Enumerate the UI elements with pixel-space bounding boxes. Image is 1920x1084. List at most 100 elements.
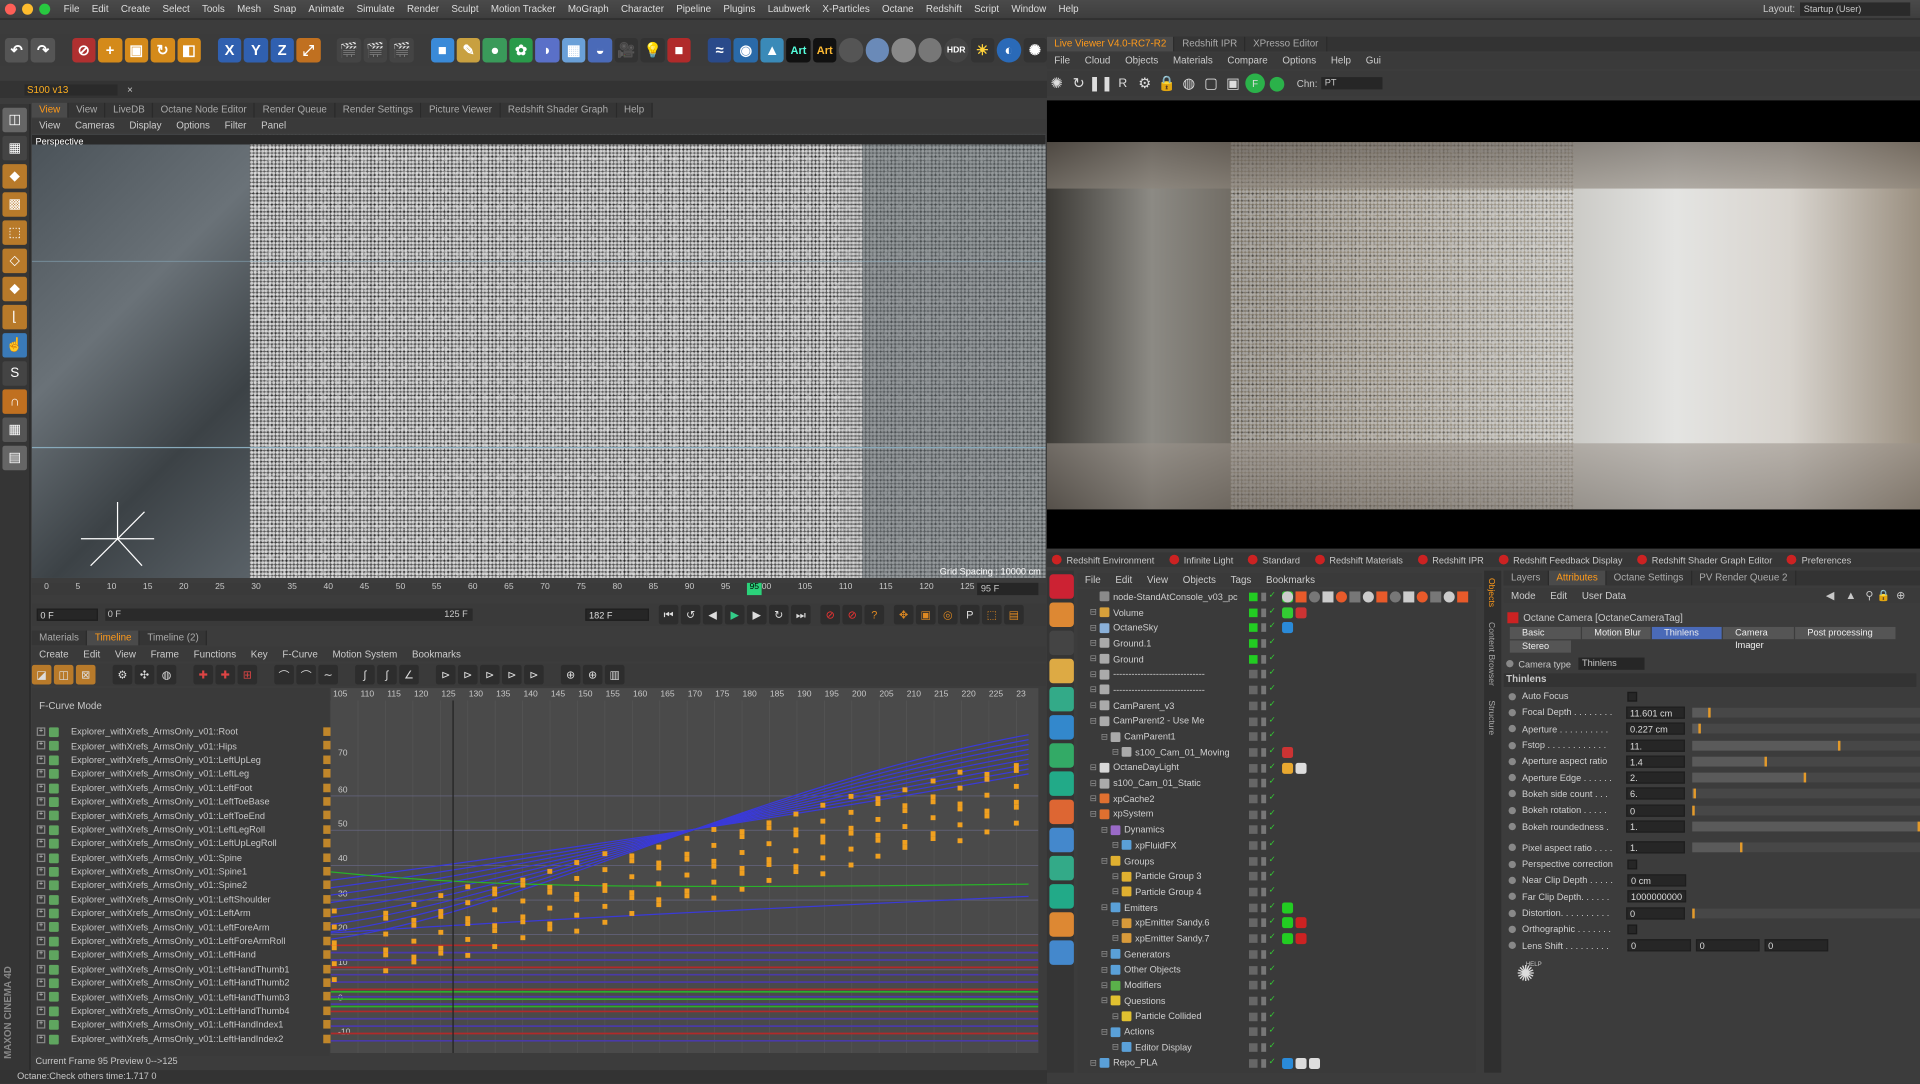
make-editable-icon[interactable]: ◫ [2, 107, 27, 133]
expand-toggle-icon[interactable]: + [36, 936, 46, 946]
tab-render-queue[interactable]: Render Queue [255, 102, 336, 118]
tab-livedb[interactable]: LiveDB [105, 102, 154, 118]
tweak-icon[interactable]: ☝ [2, 333, 27, 358]
visibility-render-icon[interactable] [1261, 1043, 1267, 1052]
value-slider[interactable] [1691, 740, 1920, 751]
visibility-editor-icon[interactable] [1248, 670, 1258, 679]
object-tag-icon[interactable] [1282, 622, 1294, 634]
material-tag-icon[interactable] [1335, 591, 1347, 603]
expand-toggle-icon[interactable]: ⊟ [1101, 856, 1111, 866]
solo-icon[interactable]: S [2, 361, 27, 386]
menu-item-animate[interactable]: Animate [302, 4, 350, 15]
track-state-icon[interactable] [323, 936, 331, 946]
visibility-editor-icon[interactable] [1248, 996, 1258, 1006]
object-row[interactable]: ⊟ ------------------------------ ✓ [1078, 667, 1476, 683]
material-tag-icon[interactable] [1322, 591, 1334, 603]
visibility-render-icon[interactable] [1261, 779, 1267, 788]
expand-toggle-icon[interactable]: + [36, 964, 46, 974]
material-tag-icon[interactable] [1430, 591, 1442, 603]
track-row[interactable]: + Explorer_withXrefs_ArmsOnly_v01::LeftHa… [32, 1004, 354, 1018]
tab-render-settings[interactable]: Render Settings [335, 102, 422, 118]
live-viewer-menu-file[interactable]: File [1047, 55, 1077, 66]
side-icon-6[interactable] [1049, 715, 1074, 740]
daylight-icon[interactable]: ☀ [970, 37, 995, 63]
expand-toggle-icon[interactable]: + [36, 950, 46, 960]
enable-check-icon[interactable]: ✓ [1269, 699, 1276, 710]
zoom-window-icon[interactable] [39, 3, 51, 15]
expand-toggle-icon[interactable]: + [36, 824, 46, 834]
anim-dot-icon[interactable] [1506, 660, 1514, 668]
key-pla-icon[interactable]: ⬚ [982, 604, 1002, 625]
layout-selector[interactable]: Layout: Startup (User) [1763, 2, 1911, 16]
expand-toggle-icon[interactable]: ⊟ [1090, 654, 1100, 664]
menu-item-character[interactable]: Character [615, 4, 670, 15]
value-slider[interactable] [1691, 842, 1920, 853]
object-row[interactable]: ⊟ Repo_PLA ✓ [1078, 1055, 1476, 1071]
menu-item-file[interactable]: File [58, 4, 86, 15]
expand-toggle-icon[interactable]: + [36, 922, 46, 932]
tl-key-4-icon[interactable]: ⊳ [502, 664, 522, 685]
value-field[interactable]: 1. [1626, 841, 1685, 854]
track-row[interactable]: + Explorer_withXrefs_ArmsOnly_v01::LeftAr… [32, 906, 354, 920]
expand-toggle-icon[interactable]: ⊟ [1101, 980, 1111, 990]
visibility-render-icon[interactable] [1261, 1027, 1267, 1037]
object-row[interactable]: ⊟ xpEmitter Sandy.7 ✓ [1078, 931, 1476, 947]
menu-item-sculpt[interactable]: Sculpt [445, 4, 484, 15]
tab-materials[interactable]: Materials [31, 630, 88, 646]
tl-key-1-icon[interactable]: ⊳ [435, 664, 456, 685]
visibility-render-icon[interactable] [1261, 623, 1267, 633]
side-icon-13[interactable] [1049, 912, 1074, 937]
save-image-icon[interactable]: ▣ [1223, 73, 1243, 93]
render-picture-viewer-icon[interactable]: 🎬 [363, 37, 388, 63]
expand-toggle-icon[interactable]: ⊟ [1101, 903, 1111, 913]
expand-toggle-icon[interactable]: ⊟ [1090, 763, 1100, 773]
expand-toggle-icon[interactable]: + [36, 1020, 46, 1029]
anim-dot-icon[interactable] [1508, 892, 1516, 901]
track-row[interactable]: + Explorer_withXrefs_ArmsOnly_v01::Spine2 [32, 878, 354, 892]
visibility-render-icon[interactable] [1261, 748, 1267, 757]
live-viewer-tab-0[interactable]: Live Viewer V4.0-RC7-R2 [1046, 36, 1175, 52]
menu-item-edit[interactable]: Edit [86, 4, 115, 15]
side-tab-structure[interactable]: Structure [1484, 693, 1497, 742]
track-row[interactable]: + Explorer_withXrefs_ArmsOnly_v01::LeftSh… [32, 892, 354, 906]
start-frame-field[interactable]: 0 F [36, 608, 98, 621]
checkbox[interactable] [1627, 924, 1638, 935]
vector-field-2[interactable]: 0 [1764, 939, 1829, 952]
viewport-menu-filter[interactable]: Filter [217, 120, 253, 131]
visibility-editor-icon[interactable] [1248, 701, 1258, 710]
menu-item-octane[interactable]: Octane [876, 4, 920, 15]
timeline-menu-frame[interactable]: Frame [143, 648, 186, 659]
visibility-editor-icon[interactable] [1248, 981, 1258, 990]
expand-toggle-icon[interactable]: ⊟ [1101, 949, 1111, 959]
tl-key-3-icon[interactable]: ⊳ [480, 664, 500, 685]
lock-icon[interactable]: 🔒 [1157, 73, 1177, 93]
anim-dot-icon[interactable] [1508, 774, 1516, 782]
record-icon[interactable]: ■ [667, 37, 691, 63]
track-row[interactable]: + Explorer_withXrefs_ArmsOnly_v01::LeftUp… [32, 753, 354, 767]
live-viewer-render[interactable] [1046, 100, 1920, 549]
enable-check-icon[interactable]: ✓ [1269, 808, 1276, 819]
object-tag-icon[interactable] [1295, 762, 1307, 774]
enable-check-icon[interactable]: ✓ [1269, 668, 1276, 679]
channel-dropdown[interactable]: PT [1321, 77, 1383, 90]
track-state-icon[interactable] [323, 797, 331, 806]
expand-toggle-icon[interactable]: + [36, 1006, 46, 1015]
enable-check-icon[interactable]: ✓ [1269, 1010, 1276, 1021]
object-tag-icon[interactable] [1282, 902, 1294, 914]
rs-bar-item[interactable]: Redshift IPR [1413, 554, 1484, 565]
record-key-icon[interactable]: ⊘ [820, 604, 841, 625]
tl-curve-4-icon[interactable]: ∫ [355, 664, 375, 685]
live-viewer-menu-compare[interactable]: Compare [1220, 55, 1275, 66]
tl-misc-3-icon[interactable]: ▥ [604, 664, 625, 685]
octane-material-icon[interactable] [865, 37, 890, 63]
object-row[interactable]: ⊟ Dynamics ✓ [1078, 822, 1476, 838]
color-ball-icon[interactable]: ◍ [1179, 73, 1199, 93]
enable-check-icon[interactable]: ✓ [1269, 652, 1276, 663]
anim-dot-icon[interactable] [1508, 925, 1516, 933]
timeline-menu-view[interactable]: View [108, 648, 144, 659]
tab-picture-viewer[interactable]: Picture Viewer [421, 102, 501, 118]
layout-dropdown[interactable]: Startup (User) [1800, 2, 1911, 16]
expand-toggle-icon[interactable]: ⊟ [1112, 840, 1122, 851]
attr-menu-user-data[interactable]: User Data [1574, 590, 1633, 601]
model-mode-icon[interactable]: ◆ [2, 164, 27, 189]
